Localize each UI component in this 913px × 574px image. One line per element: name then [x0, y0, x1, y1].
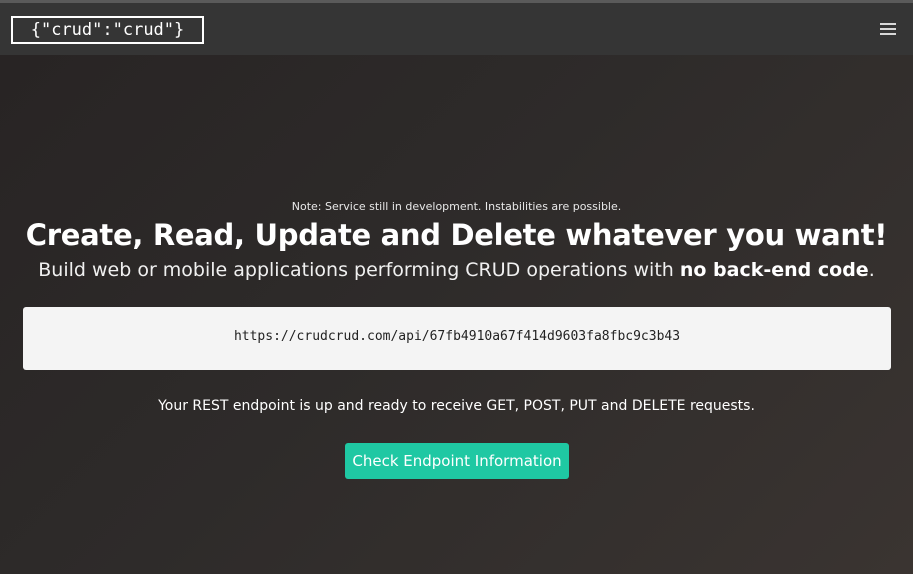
endpoint-status-text: Your REST endpoint is up and ready to re…: [158, 398, 755, 414]
hero-section: Note: Service still in development. Inst…: [0, 55, 913, 574]
page-headline: Create, Read, Update and Delete whatever…: [25, 218, 888, 252]
endpoint-box: https://crudcrud.com/api/67fb4910a67f414…: [23, 307, 891, 370]
subheadline-period: .: [868, 259, 875, 281]
subheadline-text: Build web or mobile applications perform…: [38, 259, 680, 281]
hamburger-menu-icon[interactable]: [880, 23, 896, 35]
navbar: {"crud":"crud"}: [0, 3, 913, 55]
subheadline-emphasis: no back-end code: [679, 259, 869, 281]
check-endpoint-button[interactable]: Check Endpoint Information: [345, 443, 569, 479]
page-subheadline: Build web or mobile applications perform…: [0, 259, 913, 281]
endpoint-url[interactable]: https://crudcrud.com/api/67fb4910a67f414…: [23, 329, 891, 344]
brand-logo[interactable]: {"crud":"crud"}: [11, 16, 204, 44]
development-note: Note: Service still in development. Inst…: [291, 200, 622, 213]
